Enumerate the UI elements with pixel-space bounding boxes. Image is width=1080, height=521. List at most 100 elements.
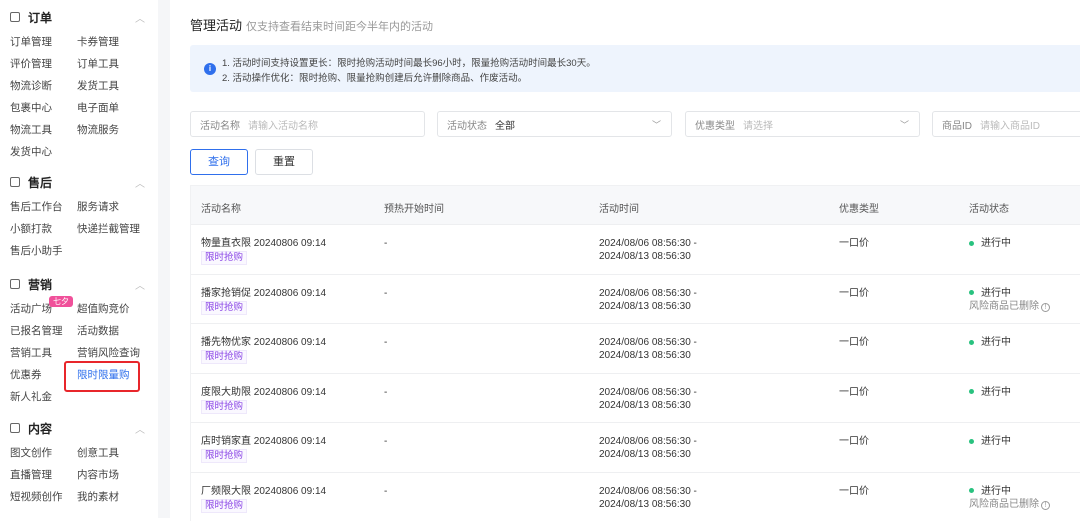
activity-name[interactable]: 播先物优家 20240806 09:14 bbox=[201, 336, 326, 349]
activity-name[interactable]: 物量直衣限 20240806 09:14 bbox=[201, 237, 326, 250]
info-circle-icon[interactable]: ! bbox=[1041, 303, 1050, 312]
sidebar-item[interactable]: 售后小助手 bbox=[10, 240, 77, 262]
sidebar-item[interactable]: 快递拦截管理 bbox=[77, 218, 147, 240]
label: 优惠类型 bbox=[695, 117, 735, 132]
status-badge: 进行中 bbox=[981, 337, 1011, 348]
sidebar-item[interactable]: 活动数据 bbox=[77, 320, 147, 342]
table-row[interactable]: 播家抢销促 20240806 09:14限时抢购 - 2024/08/06 08… bbox=[191, 274, 1080, 324]
discount-type-select[interactable]: 优惠类型请选择﹀ bbox=[685, 111, 920, 137]
info-circle-icon[interactable]: ! bbox=[1041, 501, 1050, 510]
status-badge: 进行中 bbox=[981, 486, 1011, 497]
type-tag: 限时抢购 bbox=[201, 499, 247, 513]
activity-name-input[interactable]: 活动名称请输入活动名称 bbox=[190, 111, 425, 137]
section-title: 内容 bbox=[28, 420, 52, 437]
col-status: 活动状态 bbox=[969, 200, 1009, 215]
end-time: 2024/08/13 08:56:30 bbox=[599, 300, 697, 313]
section-header[interactable]: 营销︿ bbox=[10, 275, 145, 293]
risk-note: 风险商品已删除 bbox=[969, 499, 1039, 510]
chevron-up-icon[interactable]: ︿ bbox=[135, 277, 145, 292]
activity-name[interactable]: 厂频限大限 20240806 09:14 bbox=[201, 485, 326, 498]
table-row[interactable]: 店时销家直 20240806 09:14限时抢购 - 2024/08/06 08… bbox=[191, 422, 1080, 472]
activity-table: 活动名称 预热开始时间 活动时间 优惠类型 活动状态 物量直衣限 2024080… bbox=[190, 185, 1080, 521]
sidebar-item[interactable]: 评价管理 bbox=[10, 53, 77, 75]
sidebar-item[interactable]: 售后工作台 bbox=[10, 196, 77, 218]
table-row[interactable]: 度限大助限 20240806 09:14限时抢购 - 2024/08/06 08… bbox=[191, 373, 1080, 423]
chevron-up-icon[interactable]: ︿ bbox=[135, 10, 145, 25]
activity-name[interactable]: 店时销家直 20240806 09:14 bbox=[201, 435, 326, 448]
notice-banner: i 1. 活动时间支持设置更长：限时抢购活动时间最长96小时，限量抢购活动时间最… bbox=[190, 45, 1080, 92]
type-tag: 限时抢购 bbox=[201, 400, 247, 414]
col-name: 活动名称 bbox=[201, 200, 241, 215]
sidebar-item[interactable]: 订单工具 bbox=[77, 53, 147, 75]
end-time: 2024/08/13 08:56:30 bbox=[599, 498, 697, 511]
start-time: 2024/08/06 08:56:30 - bbox=[599, 237, 697, 250]
discount-type: 一口价 bbox=[839, 485, 869, 498]
order-icon bbox=[10, 12, 20, 22]
sidebar-item[interactable]: 小额打款 bbox=[10, 218, 77, 240]
sidebar-item[interactable]: 卡券管理 bbox=[77, 31, 147, 53]
status-badge: 进行中 bbox=[981, 436, 1011, 447]
sidebar-item[interactable]: 短视频创作 bbox=[10, 486, 77, 508]
sidebar-item[interactable]: 物流工具 bbox=[10, 119, 77, 141]
sidebar-item[interactable]: 已报名管理 bbox=[10, 320, 77, 342]
label: 活动名称 bbox=[200, 117, 240, 132]
status-dot bbox=[969, 389, 974, 394]
tv-icon bbox=[10, 423, 20, 433]
label: 活动状态 bbox=[447, 117, 487, 132]
chevron-up-icon[interactable]: ︿ bbox=[135, 175, 145, 190]
activity-status-select[interactable]: 活动状态全部﹀ bbox=[437, 111, 672, 137]
risk-note: 风险商品已删除 bbox=[969, 301, 1039, 312]
sidebar-item[interactable]: 订单管理 bbox=[10, 31, 77, 53]
start-time: 2024/08/06 08:56:30 - bbox=[599, 435, 697, 448]
table-row[interactable]: 播先物优家 20240806 09:14限时抢购 - 2024/08/06 08… bbox=[191, 323, 1080, 373]
sidebar-item[interactable]: 发货工具 bbox=[77, 75, 147, 97]
product-id-input[interactable]: 商品ID请输入商品ID bbox=[932, 111, 1080, 137]
col-time: 活动时间 bbox=[599, 200, 639, 215]
table-row[interactable]: 物量直衣限 20240806 09:14限时抢购 - 2024/08/06 08… bbox=[191, 224, 1080, 274]
sidebar-item[interactable]: 物流服务 bbox=[77, 119, 147, 141]
section-header[interactable]: 内容 ︿ bbox=[10, 419, 145, 437]
sidebar-section: 订单 ︿ 订单管理卡券管理评价管理订单工具物流诊断发货工具包裹中心电子面单物流工具… bbox=[10, 8, 145, 163]
megaphone-icon bbox=[10, 279, 20, 289]
notice-line-1: 1. 活动时间支持设置更长：限时抢购活动时间最长96小时，限量抢购活动时间最长3… bbox=[222, 55, 596, 69]
status-badge: 进行中 bbox=[981, 238, 1011, 249]
label: 商品ID bbox=[942, 117, 972, 132]
highlight-box bbox=[64, 361, 140, 392]
sidebar-item[interactable]: 直播管理 bbox=[10, 464, 77, 486]
sidebar-item[interactable]: 内容市场 bbox=[77, 464, 147, 486]
sidebar-item[interactable]: 图文创作 bbox=[10, 442, 77, 464]
sidebar: 订单 ︿ 订单管理卡券管理评价管理订单工具物流诊断发货工具包裹中心电子面单物流工具… bbox=[0, 0, 158, 518]
chevron-up-icon[interactable]: ︿ bbox=[135, 421, 145, 436]
start-time: 2024/08/06 08:56:30 - bbox=[599, 287, 697, 300]
status-dot bbox=[969, 290, 974, 295]
sidebar-item[interactable]: 我的素材 bbox=[77, 486, 147, 508]
reset-button[interactable]: 重置 bbox=[255, 149, 313, 175]
sidebar-item[interactable]: 包裹中心 bbox=[10, 97, 77, 119]
table-row[interactable]: 厂频限大限 20240806 09:14限时抢购 - 2024/08/06 08… bbox=[191, 472, 1080, 521]
type-tag: 限时抢购 bbox=[201, 449, 247, 463]
end-time: 2024/08/13 08:56:30 bbox=[599, 399, 697, 412]
type-tag: 限时抢购 bbox=[201, 301, 247, 315]
placeholder: 请输入活动名称 bbox=[248, 117, 318, 132]
sidebar-item[interactable]: 创意工具 bbox=[77, 442, 147, 464]
notice-line-2: 2. 活动操作优化：限时抢购、限量抢购创建后允许删除商品、作废活动。 bbox=[222, 70, 527, 84]
query-button[interactable]: 查询 bbox=[190, 149, 248, 175]
activity-name[interactable]: 播家抢销促 20240806 09:14 bbox=[201, 287, 326, 300]
col-preheat: 预热开始时间 bbox=[384, 200, 444, 215]
status-badge: 进行中 bbox=[981, 288, 1011, 299]
discount-type: 一口价 bbox=[839, 287, 869, 300]
section-header[interactable]: 订单 ︿ bbox=[10, 8, 145, 26]
section-title: 订单 bbox=[28, 9, 52, 26]
preheat-time: - bbox=[384, 287, 387, 300]
status-badge: 进行中 bbox=[981, 387, 1011, 398]
activity-name[interactable]: 度限大助限 20240806 09:14 bbox=[201, 386, 326, 399]
sidebar-item[interactable]: 电子面单 bbox=[77, 97, 147, 119]
sidebar-item[interactable]: 超值购竞价 bbox=[77, 298, 147, 320]
title-text: 管理活动 bbox=[190, 18, 242, 33]
sidebar-item[interactable]: 服务请求 bbox=[77, 196, 147, 218]
page-subtitle: 仅支持查看结束时间距今半年内的活动 bbox=[246, 21, 433, 33]
preheat-time: - bbox=[384, 237, 387, 250]
section-header[interactable]: 售后︿ bbox=[10, 173, 145, 191]
sidebar-item[interactable]: 物流诊断 bbox=[10, 75, 77, 97]
sidebar-item[interactable]: 发货中心 bbox=[10, 141, 77, 163]
